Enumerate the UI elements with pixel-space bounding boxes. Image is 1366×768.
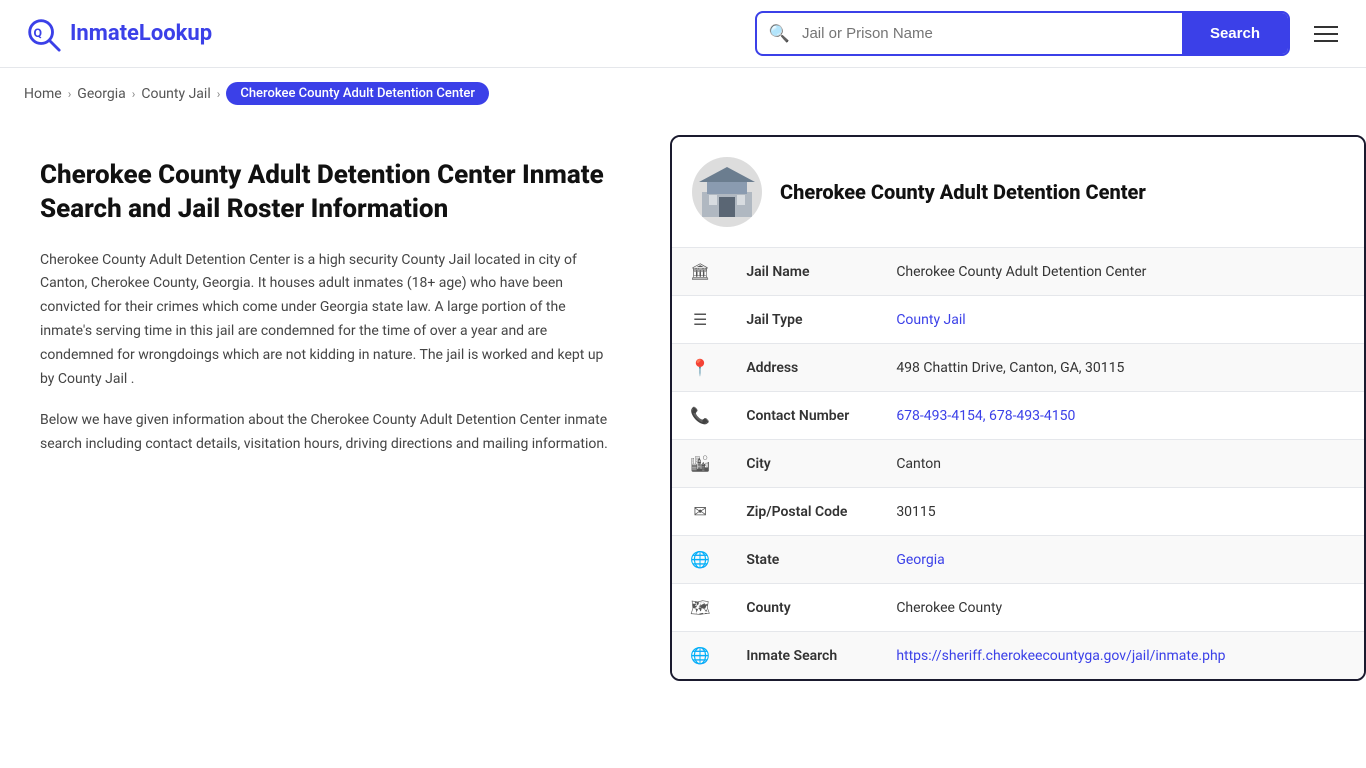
facility-info-card: Cherokee County Adult Detention Center 🏛… [670, 135, 1366, 681]
facility-building-icon [697, 162, 757, 222]
breadcrumb-current: Cherokee County Adult Detention Center [226, 82, 489, 105]
table-row: 🌐 State Georgia [672, 536, 1364, 584]
address-value: 498 Chattin Drive, Canton, GA, 30115 [878, 344, 1364, 392]
inmate-search-icon: 🌐 [672, 632, 728, 680]
county-icon: 🗺 [672, 584, 728, 632]
address-icon: 📍 [672, 344, 728, 392]
inmate-search-link[interactable]: https://sheriff.cherokeecountyga.gov/jai… [896, 648, 1225, 664]
logo[interactable]: Q InmateLookup [24, 15, 212, 53]
table-row: 🏙 City Canton [672, 440, 1364, 488]
logo-text: InmateLookup [70, 21, 212, 46]
page-description-1: Cherokee County Adult Detention Center i… [40, 249, 620, 392]
table-row: 📞 Contact Number 678-493-4154, 678-493-4… [672, 392, 1364, 440]
breadcrumb-home[interactable]: Home [24, 86, 62, 102]
card-title: Cherokee County Adult Detention Center [780, 180, 1146, 204]
jail-type-label: Jail Type [728, 296, 878, 344]
address-label: Address [728, 344, 878, 392]
contact-icon: 📞 [672, 392, 728, 440]
table-row: 🌐 Inmate Search https://sheriff.cherokee… [672, 632, 1364, 680]
contact-link[interactable]: 678-493-4154, 678-493-4150 [896, 408, 1075, 424]
county-value: Cherokee County [878, 584, 1364, 632]
facility-image [692, 157, 762, 227]
state-icon: 🌐 [672, 536, 728, 584]
breadcrumb-georgia[interactable]: Georgia [77, 86, 125, 102]
search-button[interactable]: Search [1182, 13, 1288, 54]
left-column: Cherokee County Adult Detention Center I… [0, 119, 660, 681]
breadcrumb-chevron-2: › [132, 87, 136, 101]
inmate-search-value: https://sheriff.cherokeecountyga.gov/jai… [878, 632, 1364, 680]
facility-info-table: 🏛 Jail Name Cherokee County Adult Detent… [672, 247, 1364, 679]
page-title: Cherokee County Adult Detention Center I… [40, 159, 620, 227]
search-form: 🔍 Search [755, 11, 1290, 56]
state-link[interactable]: Georgia [896, 552, 944, 568]
right-column: Cherokee County Adult Detention Center 🏛… [660, 119, 1366, 681]
jail-type-value: County Jail [878, 296, 1364, 344]
city-value: Canton [878, 440, 1364, 488]
search-icon: 🔍 [757, 24, 802, 44]
svg-text:Q: Q [34, 26, 43, 40]
jail-name-icon: 🏛 [672, 248, 728, 296]
table-row: 📍 Address 498 Chattin Drive, Canton, GA,… [672, 344, 1364, 392]
jail-type-link[interactable]: County Jail [896, 312, 965, 328]
zip-icon: ✉ [672, 488, 728, 536]
zip-value: 30115 [878, 488, 1364, 536]
state-label: State [728, 536, 878, 584]
breadcrumb-chevron-3: › [217, 87, 221, 101]
zip-label: Zip/Postal Code [728, 488, 878, 536]
state-value: Georgia [878, 536, 1364, 584]
hamburger-line-1 [1314, 26, 1338, 28]
jail-type-icon: ☰ [672, 296, 728, 344]
breadcrumb: Home › Georgia › County Jail › Cherokee … [0, 68, 1366, 119]
header-search-area: 🔍 Search [755, 11, 1342, 56]
breadcrumb-county-jail[interactable]: County Jail [141, 86, 210, 102]
contact-label: Contact Number [728, 392, 878, 440]
jail-name-label: Jail Name [728, 248, 878, 296]
county-label: County [728, 584, 878, 632]
contact-value: 678-493-4154, 678-493-4150 [878, 392, 1364, 440]
jail-name-value: Cherokee County Adult Detention Center [878, 248, 1364, 296]
inmate-search-label: Inmate Search [728, 632, 878, 680]
hamburger-menu-button[interactable] [1310, 22, 1342, 46]
breadcrumb-chevron-1: › [68, 87, 72, 101]
table-row: 🏛 Jail Name Cherokee County Adult Detent… [672, 248, 1364, 296]
city-icon: 🏙 [672, 440, 728, 488]
hamburger-line-2 [1314, 33, 1338, 35]
table-row: ✉ Zip/Postal Code 30115 [672, 488, 1364, 536]
logo-icon: Q [24, 15, 62, 53]
city-label: City [728, 440, 878, 488]
main-content: Cherokee County Adult Detention Center I… [0, 119, 1366, 681]
table-row: 🗺 County Cherokee County [672, 584, 1364, 632]
hamburger-line-3 [1314, 40, 1338, 42]
search-input[interactable] [802, 15, 1182, 52]
page-description-2: Below we have given information about th… [40, 409, 620, 457]
card-header: Cherokee County Adult Detention Center [672, 137, 1364, 247]
site-header: Q InmateLookup 🔍 Search [0, 0, 1366, 68]
table-row: ☰ Jail Type County Jail [672, 296, 1364, 344]
